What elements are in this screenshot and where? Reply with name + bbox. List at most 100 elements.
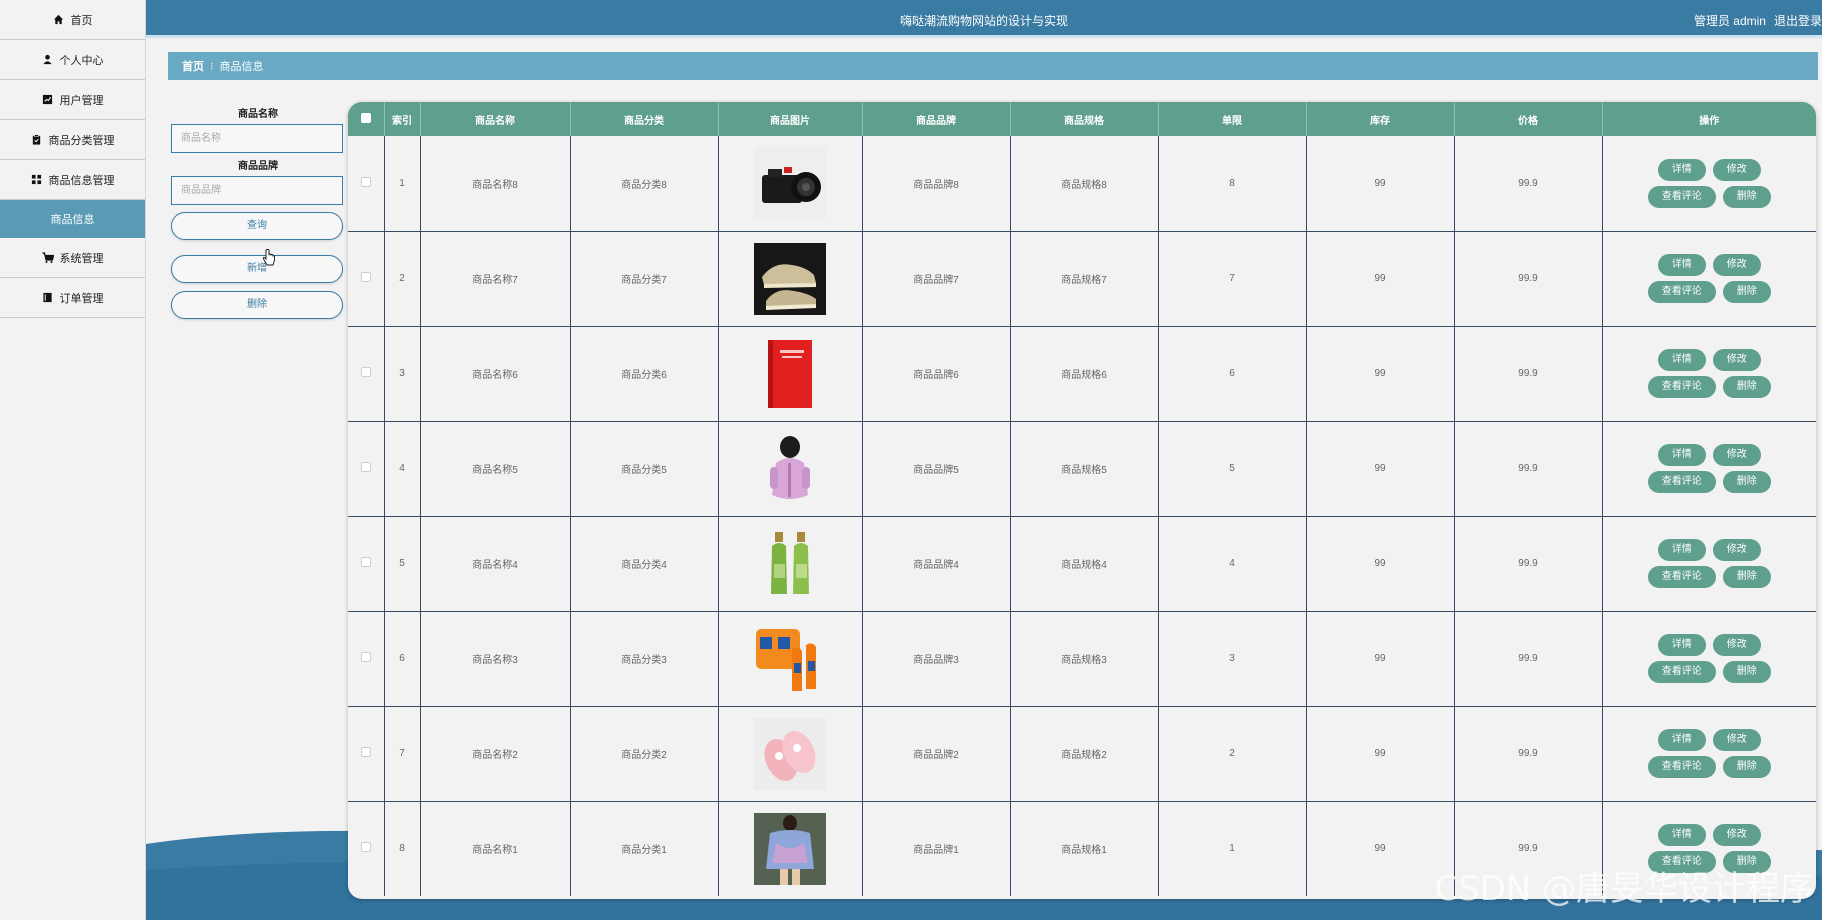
row-checkbox[interactable] [348,326,385,422]
goods-table: 索引 商品名称 商品分类 商品图片 商品品牌 商品规格 单限 库存 价格 操作 … [348,102,1816,899]
sidebar-item-system[interactable]: 系统管理 [0,238,145,278]
sidebar-subitem-goods-info[interactable]: 商品信息 [0,200,145,238]
table-row: 4 商品名称5 商品分类5 商品品牌5 商品规格5 5 99 99.9 详情 修改 查看评论 删除 [348,421,1816,517]
delete-row-button[interactable]: 删除 [1722,756,1771,778]
cell-spec: 商品规格3 [1010,611,1159,707]
cell-index: 4 [384,421,421,517]
cell-actions: 详情 修改查看评论 删除 [1602,611,1816,707]
column-header: 商品分类 [570,102,719,136]
column-header: 操作 [1602,102,1816,136]
cell-stock: 99 [1306,611,1455,707]
detail-button[interactable]: 详情 [1657,634,1706,656]
delete-row-button[interactable]: 删除 [1722,185,1771,208]
sidebar-item-profile[interactable]: 个人中心 [0,40,145,80]
detail-button[interactable]: 详情 [1657,158,1706,181]
view-comments-button[interactable]: 查看评论 [1647,566,1716,588]
edit-button[interactable]: 修改 [1712,634,1761,656]
cell-brand: 商品品牌2 [862,706,1011,802]
breadcrumb-separator-icon: ⁝ [210,60,214,73]
breadcrumb-home[interactable]: 首页 [182,58,204,74]
edit-button[interactable]: 修改 [1712,158,1761,181]
add-button[interactable]: 新增 [171,255,343,283]
view-comments-button[interactable]: 查看评论 [1647,471,1716,493]
detail-button[interactable]: 详情 [1657,729,1706,751]
breadcrumb-current: 商品信息 [219,61,264,73]
edit-button[interactable]: 修改 [1712,254,1761,276]
cell-index: 1 [384,136,421,232]
sidebar-item-label: 订单管理 [59,292,104,305]
query-button[interactable]: 查询 [171,212,343,240]
edit-button[interactable]: 修改 [1712,729,1761,751]
column-header: 商品品牌 [862,102,1011,136]
sidebar-item-category[interactable]: 商品分类管理 [0,120,145,160]
view-comments-button[interactable]: 查看评论 [1647,756,1716,778]
select-all-checkbox[interactable] [348,102,385,136]
cell-category: 商品分类2 [570,706,719,802]
app-title: 嗨哒潮流购物网站的设计与实现 [899,14,1068,28]
cell-stock: 99 [1306,326,1455,422]
delete-row-button[interactable]: 删除 [1722,471,1771,493]
view-comments-button[interactable]: 查看评论 [1647,281,1716,303]
clipboard-icon [31,134,43,146]
cell-actions: 详情 修改查看评论 删除 [1602,706,1816,802]
row-checkbox[interactable] [348,136,385,232]
column-header: 商品规格 [1010,102,1159,136]
logout-link[interactable]: 退出登录 [1774,12,1822,29]
sidebar: 首页 个人中心 用户管理 商品分类管理 商品信息管理 商品信息 系统管理 订单管… [0,0,146,920]
view-comments-button[interactable]: 查看评论 [1647,185,1716,208]
brand-search-input[interactable] [171,176,343,205]
sidebar-item-orders[interactable]: 订单管理 [0,278,145,318]
cell-actions: 详情 修改查看评论 删除 [1602,231,1816,327]
product-image-pink-jacket [754,432,826,505]
edit-button[interactable]: 修改 [1712,539,1761,561]
product-image-camera [754,147,826,220]
row-checkbox[interactable] [348,231,385,327]
cell-index: 8 [384,801,421,896]
edit-button[interactable]: 修改 [1712,824,1761,847]
cell-name: 商品名称1 [420,801,571,896]
delete-button[interactable]: 删除 [171,291,343,319]
watermark: CSDN @唐旻华设计程序 [1434,869,1814,909]
name-search-input[interactable] [171,124,343,153]
table-row: 7 商品名称2 商品分类2 商品品牌2 商品规格2 2 99 99.9 详情 修改 查看评论 删除 [348,706,1816,802]
delete-row-button[interactable]: 删除 [1722,281,1771,303]
cell-brand: 商品品牌4 [862,516,1011,612]
delete-row-button[interactable]: 删除 [1722,661,1771,683]
detail-button[interactable]: 详情 [1657,254,1706,276]
row-checkbox[interactable] [348,516,385,612]
cell-limit: 5 [1158,421,1307,517]
detail-button[interactable]: 详情 [1657,824,1706,847]
edit-button[interactable]: 修改 [1712,349,1761,371]
cell-spec: 商品规格2 [1010,706,1159,802]
detail-button[interactable]: 详情 [1657,349,1706,371]
row-checkbox[interactable] [348,801,385,896]
cell-stock: 99 [1306,231,1455,327]
cell-brand: 商品品牌1 [862,801,1011,896]
delete-row-button[interactable]: 删除 [1722,566,1771,588]
row-checkbox[interactable] [348,706,385,802]
edit-button[interactable]: 修改 [1712,444,1761,466]
cell-actions: 详情 修改查看评论 删除 [1602,326,1816,422]
delete-row-button[interactable]: 删除 [1722,376,1771,398]
product-image-orange-drinks [754,622,826,695]
sidebar-item-home[interactable]: 首页 [0,0,145,40]
cell-limit: 1 [1158,801,1307,896]
column-header: 商品名称 [420,102,571,136]
detail-button[interactable]: 详情 [1657,539,1706,561]
view-comments-button[interactable]: 查看评论 [1647,661,1716,683]
row-checkbox[interactable] [348,421,385,517]
cell-category: 商品分类1 [570,801,719,896]
cell-spec: 商品规格5 [1010,421,1159,517]
column-header: 索引 [384,102,421,136]
detail-button[interactable]: 详情 [1657,444,1706,466]
cell-price: 99.9 [1454,326,1603,422]
cell-limit: 6 [1158,326,1307,422]
sidebar-item-goods[interactable]: 商品信息管理 [0,160,145,200]
cell-stock: 99 [1306,421,1455,517]
view-comments-button[interactable]: 查看评论 [1647,376,1716,398]
cell-index: 2 [384,231,421,327]
cart-icon [42,252,54,264]
sidebar-item-users[interactable]: 用户管理 [0,80,145,120]
row-checkbox[interactable] [348,611,385,707]
cell-name: 商品名称3 [420,611,571,707]
